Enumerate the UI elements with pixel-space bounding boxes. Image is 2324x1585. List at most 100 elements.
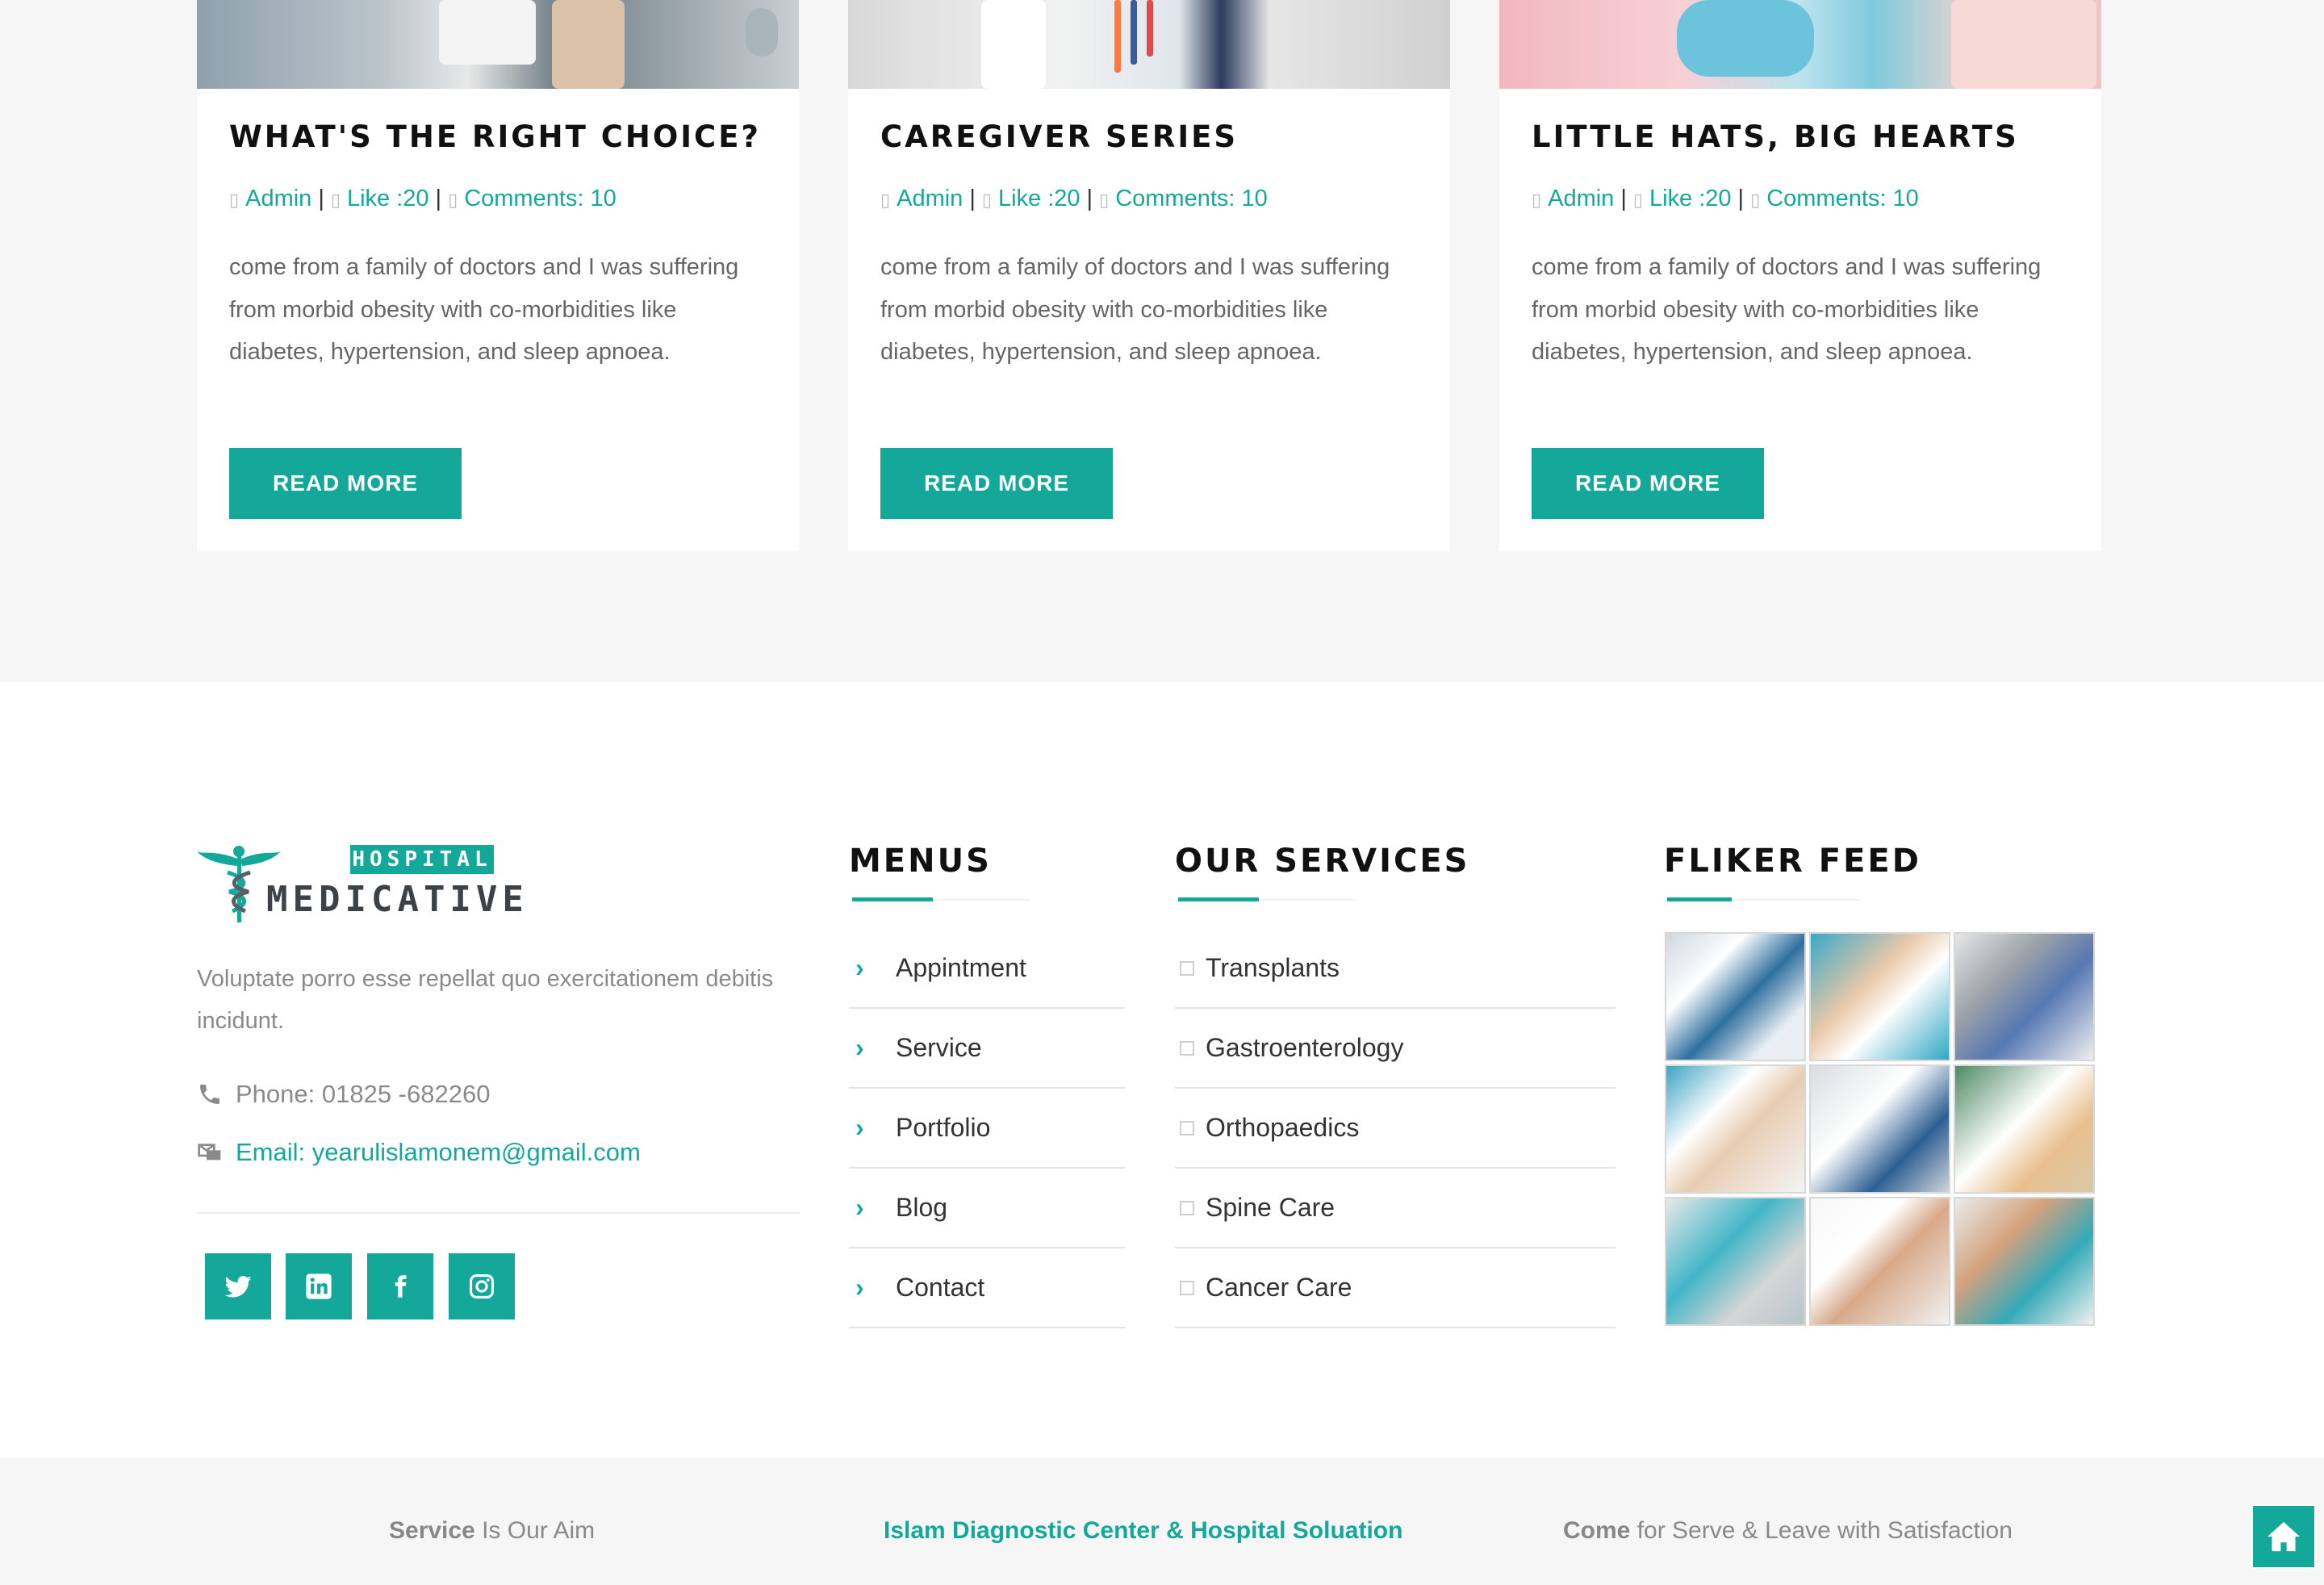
comment-icon: ▯ [1099, 190, 1110, 210]
blog-card-comments[interactable]: Comments: 10 [1766, 186, 1919, 211]
blog-card-comments[interactable]: Comments: 10 [1115, 186, 1268, 211]
email-icon [198, 1144, 221, 1161]
facebook-button[interactable] [367, 1253, 433, 1319]
blog-card-author[interactable]: Admin [245, 186, 311, 211]
flickr-photo[interactable] [1954, 1064, 2095, 1194]
bottom-slogan-center: Islam Diagnostic Center & Hospital Solua… [884, 1517, 1403, 1544]
service-item-label: Gastroenterology [1206, 1033, 1404, 1062]
flickr-photo[interactable] [1809, 932, 1950, 1061]
blog-card-likes[interactable]: Like :20 [1649, 186, 1732, 211]
services-title: OUR SERVICES [1175, 843, 1470, 880]
blog-card-title[interactable]: CAREGIVER SERIES [880, 119, 1238, 154]
logo-tagline: HOSPITAL [352, 847, 492, 872]
menu-item-contact[interactable]: › Contact [849, 1248, 1125, 1328]
blog-card-image[interactable] [848, 0, 1450, 89]
flickr-photo[interactable] [1809, 1064, 1950, 1194]
blog-card-author[interactable]: Admin [1548, 186, 1614, 211]
comment-icon: ▯ [448, 190, 458, 210]
bottom-slogan-left: Service Is Our Aim [389, 1517, 595, 1545]
linkedin-button[interactable] [286, 1253, 352, 1319]
menus-title-line [933, 899, 1030, 901]
flickr-photo[interactable] [1665, 932, 1806, 1061]
instagram-icon [469, 1273, 495, 1299]
services-title-underline [1178, 897, 1259, 901]
flickr-photo[interactable] [1809, 1197, 1950, 1326]
menu-item-label: Appintment [896, 953, 1026, 982]
user-icon: ▯ [1532, 190, 1542, 210]
service-bullet-icon [1180, 1200, 1194, 1215]
blog-card: LITTLE HATS, BIG HEARTS ▯ Admin | ▯ Like :20… [1499, 0, 2101, 551]
blog-card-likes[interactable]: Like :20 [998, 186, 1080, 211]
service-item-label: Orthopaedics [1206, 1113, 1360, 1142]
menu-item-blog[interactable]: › Blog [849, 1169, 1125, 1248]
chevron-right-icon: › [855, 953, 864, 982]
flickr-photo[interactable] [1665, 1197, 1806, 1326]
footer-email[interactable]: Email: yearulislamonem@gmail.com [197, 1138, 641, 1167]
instagram-button[interactable] [449, 1253, 515, 1319]
service-item-gastroenterology[interactable]: Gastroenterology [1175, 1009, 1616, 1089]
user-icon: ▯ [880, 190, 891, 210]
blog-card-title[interactable]: WHAT'S THE RIGHT CHOICE? [229, 119, 761, 154]
menu-item-appointment[interactable]: › Appintment [849, 929, 1125, 1009]
menu-item-label: Blog [896, 1193, 948, 1222]
heart-icon: ▯ [981, 190, 992, 210]
user-icon: ▯ [229, 190, 240, 210]
flickr-title-line [1732, 899, 1861, 901]
back-to-top-button[interactable] [2251, 1504, 2316, 1569]
menu-item-label: Contact [896, 1273, 985, 1302]
blog-section: WHAT'S THE RIGHT CHOICE? ▯ Admin | ▯ Like :2… [0, 0, 2324, 682]
menu-item-label: Service [896, 1033, 982, 1062]
footer-phone[interactable]: Phone: 01825 -682260 [197, 1080, 490, 1109]
heart-icon: ▯ [1632, 190, 1643, 210]
blog-card-excerpt: come from a family of doctors and I was … [229, 254, 739, 365]
flickr-photo[interactable] [1954, 1197, 2095, 1326]
twitter-icon [224, 1275, 252, 1298]
service-item-label: Transplants [1206, 953, 1340, 982]
read-more-button[interactable]: READ MORE [229, 448, 462, 519]
blog-card-excerpt: come from a family of doctors and I was … [1532, 254, 2042, 365]
chevron-right-icon: › [855, 1273, 864, 1302]
site-logo[interactable]: HOSPITAL MEDICATIVE [197, 843, 524, 924]
services-title-line [1259, 899, 1356, 901]
service-item-label: Cancer Care [1206, 1273, 1352, 1302]
logo-name: MEDICATIVE [266, 879, 529, 920]
twitter-button[interactable] [205, 1253, 271, 1319]
service-bullet-icon [1180, 1120, 1194, 1135]
blog-card: WHAT'S THE RIGHT CHOICE? ▯ Admin | ▯ Like :2… [197, 0, 799, 551]
service-bullet-icon [1180, 960, 1194, 976]
blog-card-comments[interactable]: Comments: 10 [464, 186, 617, 211]
menu-item-portfolio[interactable]: › Portfolio [849, 1089, 1125, 1169]
flickr-photo[interactable] [1954, 932, 2095, 1061]
menus-title-underline [852, 897, 933, 901]
blog-card-image[interactable] [1499, 0, 2101, 89]
menu-item-label: Portfolio [896, 1113, 991, 1142]
chevron-right-icon: › [855, 1193, 864, 1222]
service-item-orthopaedics[interactable]: Orthopaedics [1175, 1089, 1616, 1169]
read-more-button[interactable]: READ MORE [1532, 448, 1764, 519]
footer-email-text: Email: yearulislamonem@gmail.com [236, 1138, 641, 1166]
blog-card-image[interactable] [197, 0, 799, 89]
meta-separator: | [1086, 186, 1093, 211]
bottom-slogan-right: Come for Serve & Leave with Satisfaction [1563, 1517, 2013, 1545]
service-item-spine-care[interactable]: Spine Care [1175, 1169, 1616, 1248]
linkedin-icon [306, 1273, 332, 1299]
blog-card-meta: ▯ Admin | ▯ Like :20 | ▯ Comments: 10 [229, 186, 617, 212]
flickr-photo[interactable] [1665, 1064, 1806, 1194]
heart-icon: ▯ [330, 190, 341, 210]
service-item-cancer-care[interactable]: Cancer Care [1175, 1248, 1616, 1328]
comment-icon: ▯ [1750, 190, 1761, 210]
bottom-slogan-right-bold: Come [1563, 1517, 1631, 1544]
meta-separator: | [969, 186, 976, 211]
phone-icon [200, 1085, 219, 1104]
blog-card-title[interactable]: LITTLE HATS, BIG HEARTS [1532, 119, 2019, 154]
service-item-transplants[interactable]: Transplants [1175, 929, 1616, 1009]
blog-card-likes[interactable]: Like :20 [347, 186, 429, 211]
bottom-slogan-left-bold: Service [389, 1517, 475, 1544]
meta-separator: | [1620, 186, 1627, 211]
footer-phone-text: Phone: 01825 -682260 [236, 1080, 491, 1108]
blog-card-author[interactable]: Admin [897, 186, 963, 211]
read-more-button[interactable]: READ MORE [880, 448, 1113, 519]
menu-item-service[interactable]: › Service [849, 1009, 1125, 1089]
service-bullet-icon [1180, 1040, 1194, 1056]
footer-about-text: Voluptate porro esse repellat quo exerci… [197, 966, 774, 1034]
